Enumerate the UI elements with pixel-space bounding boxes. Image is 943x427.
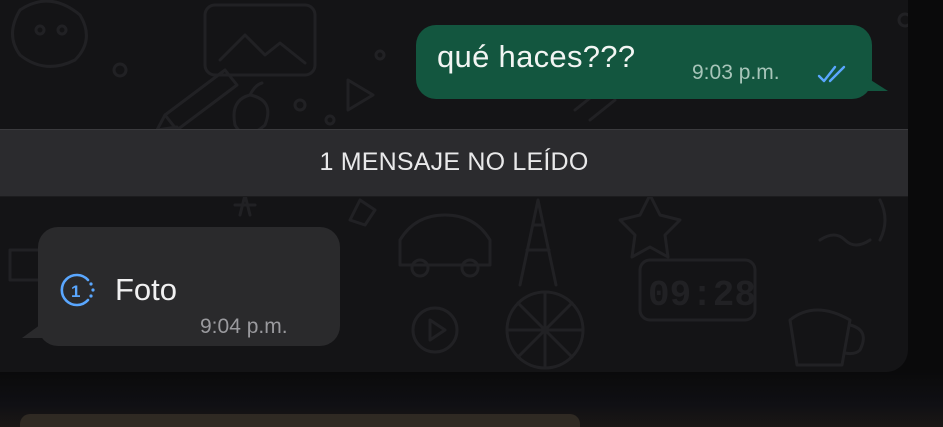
next-message-edge: [20, 414, 580, 427]
incoming-bubble-tail: [22, 322, 44, 338]
unread-messages-divider: 1 MENSAJE NO LEÍDO: [0, 129, 908, 197]
incoming-message-text: Foto: [115, 272, 178, 307]
double-check-read-icon: [817, 65, 846, 83]
view-once-icon[interactable]: 1: [58, 272, 96, 308]
outgoing-message-text: qué haces???: [437, 39, 636, 74]
view-once-digit: 1: [71, 282, 80, 301]
clock-doodle-text: 09:28: [648, 275, 756, 316]
incoming-message-time: 9:04 p.m.: [200, 315, 288, 338]
outgoing-bubble-tail: [866, 77, 888, 91]
unread-messages-label: 1 MENSAJE NO LEÍDO: [319, 148, 589, 176]
outgoing-message-bubble[interactable]: qué haces??? 9:03 p.m.: [416, 25, 888, 99]
incoming-message-bubble[interactable]: 1 Foto 9:04 p.m.: [22, 227, 340, 346]
outgoing-message-time: 9:03 p.m.: [692, 61, 780, 84]
chat-area[interactable]: 09:28 qué haces??? 9:03 p.m. 1 MENSAJE N…: [0, 0, 908, 372]
